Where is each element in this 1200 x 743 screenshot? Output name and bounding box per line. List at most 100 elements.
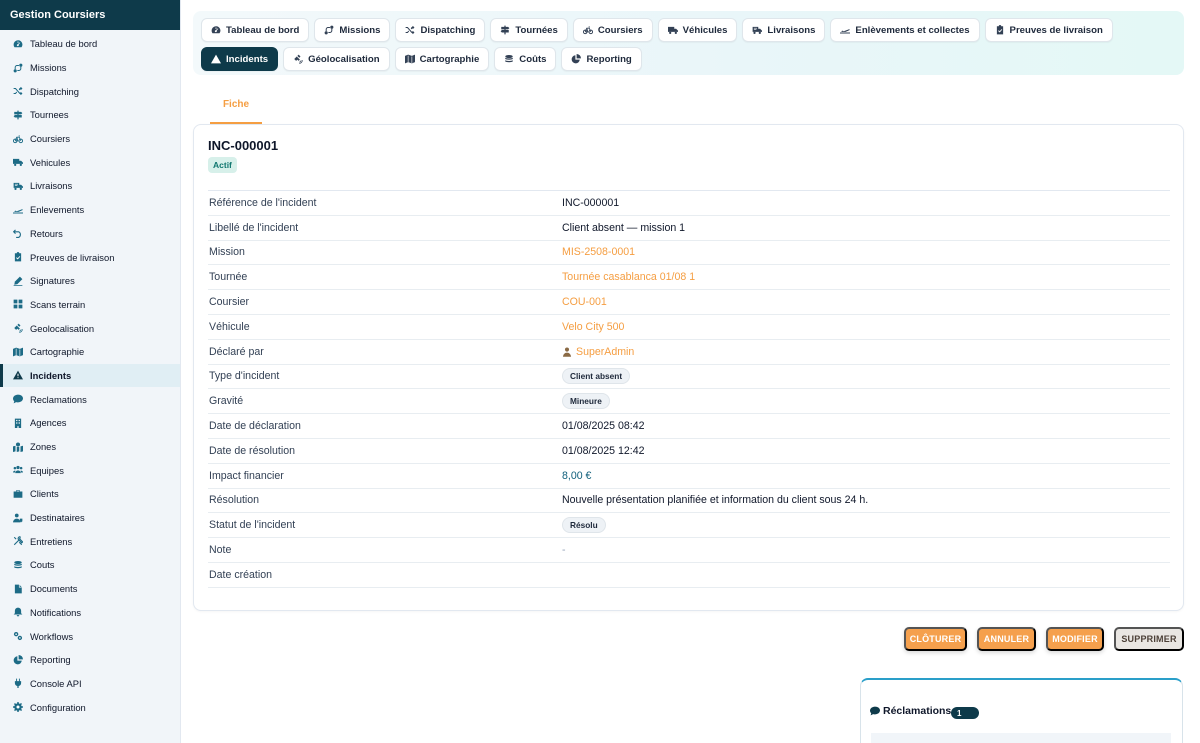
sidebar-item-coursiers[interactable]: Coursiers: [0, 127, 180, 151]
sidebar-item-zones[interactable]: Zones: [0, 435, 180, 459]
sidebar-item-documents[interactable]: Documents: [0, 577, 180, 601]
reclamations-panel: Réclamations 1: [860, 678, 1183, 743]
sidebar-item-label: Destinataires: [30, 512, 85, 524]
status-badge: Actif: [208, 157, 237, 173]
sidebar-item-incidents[interactable]: Incidents: [0, 363, 180, 388]
sidebar-item-preuves-de-livraison[interactable]: Preuves de livraison: [0, 245, 180, 269]
tab-preuves-de-livraison[interactable]: Preuves de livraison: [984, 18, 1113, 42]
sidebar-item-label: Preuves de livraison: [30, 251, 115, 263]
tab-incidents[interactable]: Incidents: [201, 47, 279, 71]
sidebar-item-entretiens[interactable]: Entretiens: [0, 529, 180, 553]
reclamations-title-text: Réclamations: [883, 705, 952, 717]
tab-coursiers[interactable]: Coursiers: [572, 18, 653, 42]
cancel-button[interactable]: ANNULER: [977, 627, 1036, 651]
signs-icon: [500, 25, 510, 35]
sidebar-item-couts[interactable]: Couts: [0, 553, 180, 577]
value-link[interactable]: COU-001: [562, 296, 607, 308]
field-label: Tournée: [209, 271, 248, 284]
tab-vehicules[interactable]: Véhicules: [657, 18, 738, 42]
tab-couts[interactable]: Coûts: [494, 47, 557, 71]
field-label: Date de résolution: [209, 444, 295, 457]
bicycle-icon: [582, 25, 593, 35]
field-value: 8,00 €: [562, 469, 592, 482]
sidebar-item-label: Zones: [30, 441, 57, 453]
sidebar-item-notifications[interactable]: Notifications: [0, 601, 180, 625]
sidebar-item-scans-terrain[interactable]: Scans terrain: [0, 293, 180, 317]
tab-tableau-de-bord[interactable]: Tableau de bord: [201, 18, 310, 42]
tab-geolocalisation[interactable]: Géolocalisation: [283, 47, 390, 71]
sidebar-item-label: Enlevements: [30, 204, 85, 216]
detail-row-reference-de-l-incident: Référence de l'incident INC-000001: [208, 191, 1170, 216]
value-link[interactable]: Velo City 500: [562, 321, 624, 333]
detail-row-declare-par: Déclaré par SuperAdmin: [208, 340, 1170, 365]
edit-button[interactable]: MODIFIER: [1046, 627, 1104, 651]
sidebar-item-retours[interactable]: Retours: [0, 222, 180, 246]
tab-missions[interactable]: Missions: [314, 18, 391, 42]
grid-icon: [12, 299, 23, 310]
sidebar-item-enlevements[interactable]: Enlevements: [0, 198, 180, 222]
sidebar-item-clients[interactable]: Clients: [0, 482, 180, 506]
warning-icon: [12, 370, 23, 381]
sidebar-item-destinataires[interactable]: Destinataires: [0, 506, 180, 530]
field-value: 01/08/2025 12:42: [562, 444, 645, 457]
sidebar-item-label: Cartographie: [30, 346, 85, 358]
pie-chart-icon: [571, 54, 582, 64]
value-chip: Mineure: [562, 393, 610, 410]
sidebar-item-label: Documents: [30, 583, 78, 595]
signs-icon: [12, 109, 23, 120]
value-link[interactable]: Tournée casablanca 01/08 1: [562, 271, 695, 283]
gear-icon: [12, 702, 23, 713]
sidebar-item-configuration[interactable]: Configuration: [0, 695, 180, 719]
sidebar-item-dispatching[interactable]: Dispatching: [0, 79, 180, 103]
sidebar-item-equipes[interactable]: Equipes: [0, 458, 180, 482]
sidebar-item-reporting[interactable]: Reporting: [0, 648, 180, 672]
sidebar-item-signatures[interactable]: Signatures: [0, 269, 180, 293]
detail-row-vehicule: Véhicule Velo City 500: [208, 315, 1170, 340]
declared-by-link[interactable]: SuperAdmin: [562, 346, 634, 358]
sidebar-item-console-api[interactable]: Console API: [0, 672, 180, 696]
tab-reporting[interactable]: Reporting: [561, 47, 642, 71]
sidebar-item-tableau-de-bord[interactable]: Tableau de bord: [0, 32, 180, 56]
tab-label: Preuves de livraison: [1009, 24, 1103, 36]
sidebar-item-tournees[interactable]: Tournees: [0, 103, 180, 127]
tab-livraisons[interactable]: Livraisons: [742, 18, 826, 42]
tab-label: Dispatching: [420, 24, 476, 36]
close-incident-button[interactable]: CLÔTURER: [904, 627, 967, 651]
sidebar-item-missions[interactable]: Missions: [0, 56, 180, 80]
value-link[interactable]: MIS-2508-0001: [562, 246, 635, 258]
sidebar-item-vehicules[interactable]: Vehicules: [0, 150, 180, 174]
sidebar-item-label: Incidents: [30, 369, 72, 381]
tab-label: Reporting: [586, 53, 632, 65]
tab-enlevements-et-collectes[interactable]: Enlèvements et collectes: [830, 18, 980, 42]
sidebar-item-cartographie[interactable]: Cartographie: [0, 340, 180, 364]
sidebar: Gestion Coursiers Tableau de bord Mission…: [0, 0, 181, 743]
tab-label: Coursiers: [597, 24, 643, 36]
field-label: Date de déclaration: [209, 420, 301, 433]
tab-dispatching[interactable]: Dispatching: [395, 18, 486, 42]
sidebar-item-label: Console API: [30, 677, 82, 689]
sidebar-item-label: Missions: [30, 62, 67, 74]
sidebar-item-label: Couts: [30, 559, 55, 571]
tab-fiche[interactable]: Fiche: [210, 98, 262, 124]
map-marked-icon: [12, 441, 23, 452]
tab-label: Véhicules: [682, 24, 728, 36]
sidebar-item-workflows[interactable]: Workflows: [0, 624, 180, 648]
tab-label: Tableau de bord: [226, 24, 300, 36]
sidebar-item-geolocalisation[interactable]: Geolocalisation: [0, 316, 180, 340]
satellite-icon: [12, 323, 23, 334]
detail-row-type-d-incident: Type d'incident Client absent: [208, 365, 1170, 390]
tab-cartographie[interactable]: Cartographie: [394, 47, 490, 71]
dashboard-icon: [211, 25, 221, 35]
delete-button[interactable]: SUPPRIMER: [1114, 627, 1184, 651]
tab-tournees[interactable]: Tournées: [490, 18, 568, 42]
sidebar-item-reclamations[interactable]: Reclamations: [0, 387, 180, 411]
field-label: Référence de l'incident: [209, 196, 317, 209]
cogs-icon: [12, 631, 23, 642]
field-value: Nouvelle présentation planifiée et infor…: [562, 494, 869, 507]
tab-label: Livraisons: [767, 24, 816, 36]
sidebar-item-agences[interactable]: Agences: [0, 411, 180, 435]
detail-row-impact-financier: Impact financier 8,00 €: [208, 464, 1170, 489]
truck-icon: [667, 25, 678, 35]
sidebar-item-livraisons[interactable]: Livraisons: [0, 174, 180, 198]
shuffle-icon: [12, 86, 23, 97]
